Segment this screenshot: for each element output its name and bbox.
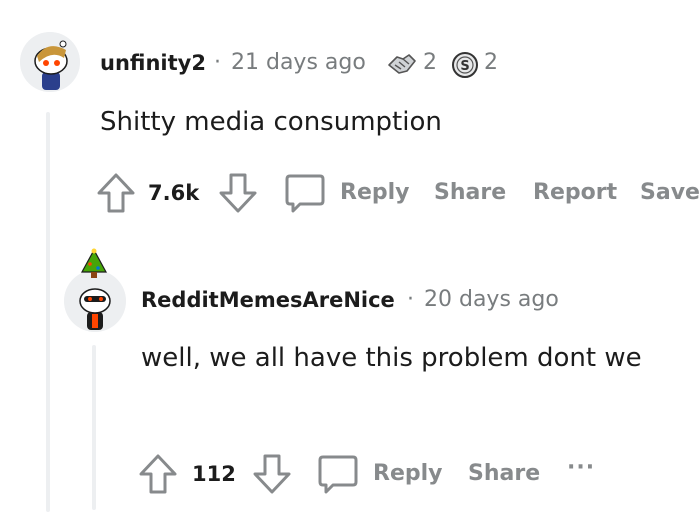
thread-line-comment1[interactable] <box>46 112 50 512</box>
christmas-tree-hat-icon <box>80 248 108 284</box>
save-button[interactable]: Save <box>640 180 700 205</box>
share-button[interactable]: Share <box>434 180 506 205</box>
comment-username[interactable]: unfinity2 <box>100 51 206 75</box>
comment-body: well, we all have this problem dont we <box>141 343 642 373</box>
thread-line-comment2[interactable] <box>92 345 96 510</box>
avatar-unfinity2[interactable] <box>20 32 80 92</box>
comment-body: Shitty media consumption <box>100 107 442 137</box>
more-options-button[interactable]: ··· <box>567 455 595 480</box>
comment-timestamp[interactable]: 21 days ago <box>231 50 366 75</box>
award-silver-icon[interactable]: S <box>450 50 480 84</box>
comment-timestamp[interactable]: 20 days ago <box>424 287 559 312</box>
downvote-icon[interactable] <box>252 453 292 499</box>
reply-button[interactable]: Reply <box>373 461 443 486</box>
snoo-avatar-icon <box>20 32 80 92</box>
comment-bubble-icon[interactable] <box>317 453 359 499</box>
report-button[interactable]: Report <box>533 180 617 205</box>
reply-button[interactable]: Reply <box>340 180 410 205</box>
downvote-icon[interactable] <box>218 172 258 218</box>
comment-username[interactable]: RedditMemesAreNice <box>141 288 395 312</box>
award-silver-count: 2 <box>484 50 498 75</box>
upvote-icon[interactable] <box>138 453 178 499</box>
award-handshake-count: 2 <box>423 50 437 75</box>
comment-bubble-icon[interactable] <box>284 172 326 218</box>
upvote-icon[interactable] <box>96 172 136 218</box>
meta-separator: · <box>214 50 221 75</box>
award-handshake-icon[interactable] <box>385 47 419 83</box>
vote-score: 7.6k <box>148 181 200 205</box>
vote-score: 112 <box>192 462 236 486</box>
meta-separator: · <box>407 287 414 312</box>
share-button[interactable]: Share <box>468 461 540 486</box>
svg-text:S: S <box>460 59 469 74</box>
